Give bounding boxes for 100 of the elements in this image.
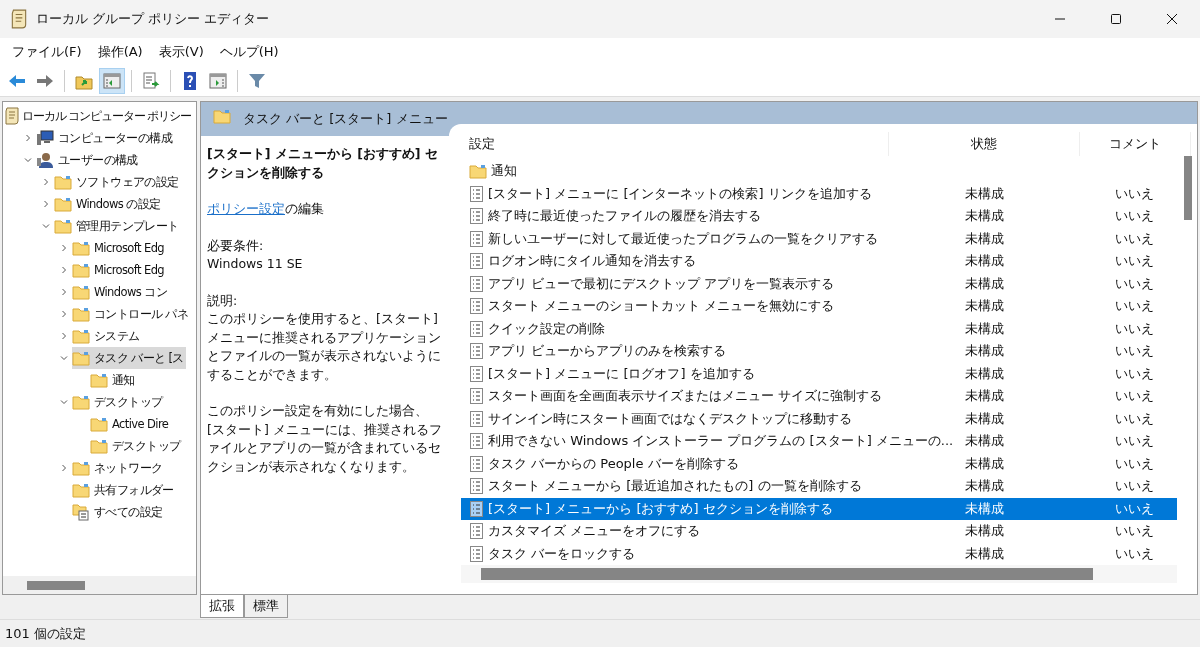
table-row[interactable]: タスク バーをロックする 未構成 いいえ [461,542,1177,565]
tree-item[interactable]: システム [72,325,142,347]
folder-icon [72,350,90,366]
table-row[interactable]: [スタート] メニューから [おすすめ] セクションを削除する 未構成 いいえ [461,497,1177,520]
table-row[interactable]: アプリ ビューからアプリのみを検索する 未構成 いいえ [461,340,1177,363]
table-row[interactable]: 通知 [461,160,1177,183]
setting-name: ログオン時にタイル通知を消去する [488,252,696,271]
menu-item[interactable]: ヘルプ(H) [211,43,287,61]
policy-document-icon [469,410,484,427]
state-text: 未構成 [964,184,1004,203]
folder-icon [90,416,108,432]
table-row[interactable]: スタート画面を全画面表示サイズまたはメニュー サイズに強制する 未構成 いいえ [461,385,1177,408]
comment-text: いいえ [1114,499,1154,518]
status-text: 101 個の設定 [5,624,86,643]
state-text: 未構成 [964,297,1004,316]
menu-item[interactable]: 表示(V) [150,43,212,61]
tree-item[interactable]: デスクトップ [72,391,165,413]
folder-icon [54,174,72,190]
tree-item[interactable]: 共有フォルダー [72,479,176,501]
description-label: 説明: [207,291,239,310]
folder-icon [72,394,90,410]
comment-text: いいえ [1114,184,1154,203]
tree-item[interactable]: コンピューターの構成 [36,127,174,149]
close-icon[interactable] [1166,13,1178,25]
tree-item[interactable]: Windows の設定 [54,193,163,215]
policy-document-icon [469,523,484,540]
table-row[interactable]: アプリ ビューで最初にデスクトップ アプリを一覧表示する 未構成 いいえ [461,272,1177,295]
folder-icon [213,109,231,124]
menu-item[interactable]: ファイル(F) [4,43,90,61]
table-row[interactable]: スタート メニューから [最近追加されたもの] の一覧を削除する 未構成 いいえ [461,475,1177,498]
tree-item[interactable]: デスクトップ [90,435,183,457]
column-header[interactable]: 状態 [889,132,1080,156]
scrollbar-thumb[interactable] [1184,156,1192,220]
requirement-label: 必要条件: [207,236,265,255]
state-text: 未構成 [964,229,1004,248]
table-row[interactable]: [スタート] メニューに [ログオフ] を追加する 未構成 いいえ [461,362,1177,385]
tree-item[interactable]: ユーザーの構成 [36,149,140,171]
table-row[interactable]: ログオン時にタイル通知を消去する 未構成 いいえ [461,250,1177,273]
comment-text: いいえ [1114,454,1154,473]
policy-document-icon [469,500,484,517]
tree-item[interactable]: Microsoft Edg [72,237,167,259]
maximize-icon[interactable] [1110,13,1122,25]
state-text: 未構成 [964,544,1004,563]
table-row[interactable]: サインイン時にスタート画面ではなくデスクトップに移動する 未構成 いいえ [461,407,1177,430]
table-row[interactable]: クイック設定の削除 未構成 いいえ [461,317,1177,340]
table-row[interactable]: カスタマイズ メニューをオフにする 未構成 いいえ [461,520,1177,543]
folder-icon [72,306,90,322]
folder-icon [54,196,72,212]
setting-name: 利用できない Windows インストーラー プログラムの [スタート] メニューの... [488,432,954,451]
tree-item[interactable]: ローカル コンピューター ポリシー [4,105,193,127]
scrollbar-thumb[interactable] [27,580,85,590]
tree-item[interactable]: ネットワーク [72,457,165,479]
state-text: 未構成 [964,364,1004,383]
user-icon [36,152,54,168]
tree-item[interactable]: Windows コン [72,281,169,303]
table-row[interactable]: [スタート] メニューに [インターネットの検索] リンクを追加する 未構成 いいえ [461,182,1177,205]
comment-text: いいえ [1114,544,1154,563]
table-row[interactable]: 新しいユーザーに対して最近使ったプログラムの一覧をクリアする 未構成 いいえ [461,227,1177,250]
state-text: 未構成 [964,342,1004,361]
comment-text: いいえ [1114,207,1154,226]
state-text: 未構成 [964,387,1004,406]
policy-document-icon [469,275,484,292]
tree-item[interactable]: ソフトウェアの設定 [54,171,181,193]
setting-name: サインイン時にスタート画面ではなくデスクトップに移動する [488,409,852,428]
folder-icon [54,218,72,234]
policy-settings-link[interactable]: ポリシー設定 [207,201,285,216]
comment-text: いいえ [1114,229,1154,248]
folder-icon [72,482,90,498]
table-row[interactable]: 終了時に最近使ったファイルの履歴を消去する 未構成 いいえ [461,205,1177,228]
policy-title: [スタート] メニューから [おすすめ] セクションを削除する [207,145,439,182]
tree-item[interactable]: すべての設定 [72,501,165,523]
tree-item[interactable]: Microsoft Edg [72,259,167,281]
tree-item[interactable]: コントロール パネ [72,303,191,325]
column-header[interactable]: 設定 [461,132,889,156]
table-row[interactable]: 利用できない Windows インストーラー プログラムの [スタート] メニューの... 未構成 いいえ [461,430,1177,453]
policy-document-icon [469,478,484,495]
table-row[interactable]: タスク バーからの People バーを削除する 未構成 いいえ [461,452,1177,475]
tab[interactable]: 標準 [244,595,288,618]
scrollbar-thumb[interactable] [481,568,1093,580]
tree-item[interactable]: タスク バーと [ス [72,347,186,369]
folder-icon [469,163,487,179]
menu-item[interactable]: 操作(A) [89,43,151,61]
state-text: 未構成 [964,454,1004,473]
policy-document-icon [469,185,484,202]
setting-name: クイック設定の削除 [488,319,605,338]
setting-name: [スタート] メニューに [ログオフ] を追加する [488,364,755,383]
settings-list-icon [72,503,90,521]
state-text: 未構成 [964,432,1004,451]
state-text: 未構成 [964,207,1004,226]
state-text: 未構成 [964,252,1004,271]
comment-text: いいえ [1114,432,1154,451]
tree-item[interactable]: 管理用テンプレート [54,215,181,237]
table-row[interactable]: スタート メニューのショートカット メニューを無効にする 未構成 いいえ [461,295,1177,318]
show-tree-icon[interactable] [99,68,125,94]
state-text: 未構成 [964,409,1004,428]
tree-item[interactable]: Active Dire [90,413,171,435]
tree-item[interactable]: 通知 [90,369,137,391]
tab[interactable]: 拡張 [200,595,244,618]
setting-name: スタート メニューから [最近追加されたもの] の一覧を削除する [488,477,862,496]
comment-text: いいえ [1114,297,1154,316]
